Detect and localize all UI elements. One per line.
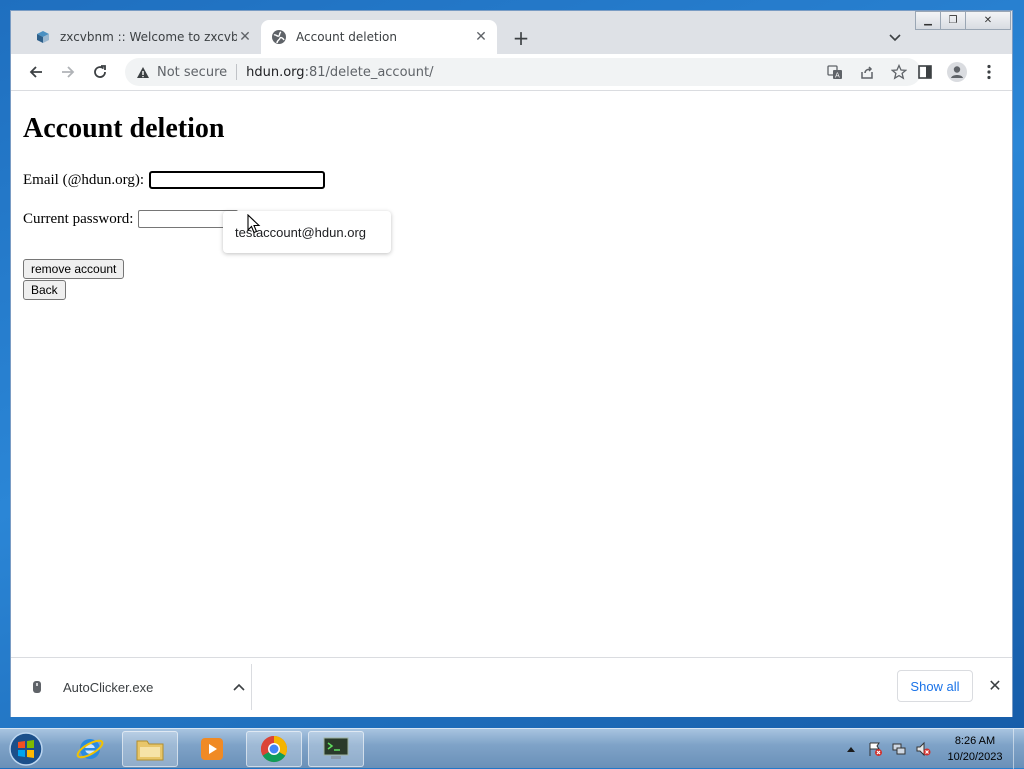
- media-player-icon[interactable]: [184, 731, 240, 767]
- profile-avatar-icon[interactable]: [945, 60, 969, 84]
- warning-triangle-icon[interactable]: [135, 64, 151, 80]
- mouse-pointer-icon: [247, 214, 261, 234]
- restore-button[interactable]: ❐: [940, 11, 966, 30]
- tab-strip: zxcvbnm :: Welcome to zxcvbnm ✕ Account …: [11, 11, 1012, 54]
- close-tab-icon[interactable]: ✕: [237, 29, 253, 45]
- tab-title: zxcvbnm :: Welcome to zxcvbnm: [60, 30, 237, 44]
- show-desktop-button[interactable]: [1013, 729, 1024, 769]
- tab-search-chevron-icon[interactable]: [885, 28, 905, 48]
- back-button[interactable]: Back: [23, 280, 66, 300]
- page-title: Account deletion: [23, 113, 225, 144]
- action-center-flag-icon[interactable]: [866, 740, 884, 758]
- close-tab-icon[interactable]: ✕: [473, 29, 489, 45]
- share-icon[interactable]: [855, 61, 879, 83]
- volume-muted-icon[interactable]: [914, 740, 932, 758]
- remove-account-button[interactable]: remove account: [23, 259, 125, 279]
- windows-logo-icon: [9, 732, 43, 766]
- menu-kebab-icon[interactable]: [977, 60, 1001, 84]
- internet-explorer-icon[interactable]: [62, 731, 118, 767]
- tab-account-deletion[interactable]: Account deletion ✕: [261, 20, 497, 54]
- zxcvbnm-favicon-icon: [35, 29, 51, 45]
- terminal-app-icon[interactable]: [308, 731, 364, 767]
- new-tab-button[interactable]: +: [509, 26, 533, 50]
- email-label: Email (@hdun.org):: [23, 171, 145, 188]
- window-controls: ▁ ❐ ✕: [915, 11, 1011, 30]
- password-label: Current password:: [23, 210, 134, 227]
- chevron-up-icon[interactable]: [231, 683, 247, 691]
- show-all-button[interactable]: Show all: [897, 670, 973, 702]
- show-hidden-icons-icon[interactable]: [842, 740, 860, 758]
- address-bar[interactable]: Not secure hdun.org:81/delete_account/ A: [125, 58, 921, 86]
- email-input[interactable]: [149, 171, 326, 189]
- tab-zxcvbnm[interactable]: zxcvbnm :: Welcome to zxcvbnm ✕: [25, 20, 261, 54]
- system-tray: [842, 729, 932, 769]
- network-icon[interactable]: [890, 740, 908, 758]
- start-button[interactable]: [4, 730, 48, 768]
- taskbar-clock[interactable]: 8:26 AM 10/20/2023: [940, 733, 1010, 765]
- taskbar: 8:26 AM 10/20/2023: [0, 728, 1024, 769]
- tab-title: Account deletion: [296, 30, 397, 44]
- download-bar: AutoClicker.exe Show all ✕: [11, 657, 1012, 717]
- url-path: :81/delete_account/: [304, 64, 434, 80]
- close-window-button[interactable]: ✕: [965, 11, 1011, 30]
- forward-arrow-icon[interactable]: [56, 60, 80, 84]
- download-item[interactable]: AutoClicker.exe: [31, 658, 251, 716]
- globe-icon: [271, 29, 287, 45]
- reload-icon[interactable]: [88, 60, 112, 84]
- download-file-name: AutoClicker.exe: [63, 679, 154, 695]
- page-content: Account deletion Email (@hdun.org): Curr…: [11, 91, 1012, 657]
- address-divider: [236, 64, 238, 80]
- browser-toolbar: Not secure hdun.org:81/delete_account/ A: [11, 54, 1012, 91]
- bookmark-star-icon[interactable]: [887, 61, 911, 83]
- chrome-icon[interactable]: [246, 731, 302, 767]
- password-row: Current password:: [23, 210, 239, 228]
- minimize-button[interactable]: ▁: [915, 11, 941, 30]
- close-download-bar-icon[interactable]: ✕: [983, 674, 1007, 698]
- omnibox-actions: A: [823, 61, 911, 83]
- clock-date: 10/20/2023: [947, 751, 1003, 763]
- email-row: Email (@hdun.org):: [23, 171, 326, 189]
- svg-text:A: A: [835, 72, 840, 80]
- clock-time: 8:26 AM: [954, 735, 996, 747]
- browser-window: zxcvbnm :: Welcome to zxcvbnm ✕ Account …: [10, 10, 1013, 717]
- translate-icon[interactable]: A: [823, 61, 847, 83]
- security-label[interactable]: Not secure: [157, 65, 227, 80]
- file-icon: [31, 680, 43, 694]
- file-explorer-icon[interactable]: [122, 731, 178, 767]
- side-panel-icon[interactable]: [913, 60, 937, 84]
- back-arrow-icon[interactable]: [24, 60, 48, 84]
- download-divider: [251, 664, 252, 710]
- url-host: hdun.org: [246, 64, 305, 80]
